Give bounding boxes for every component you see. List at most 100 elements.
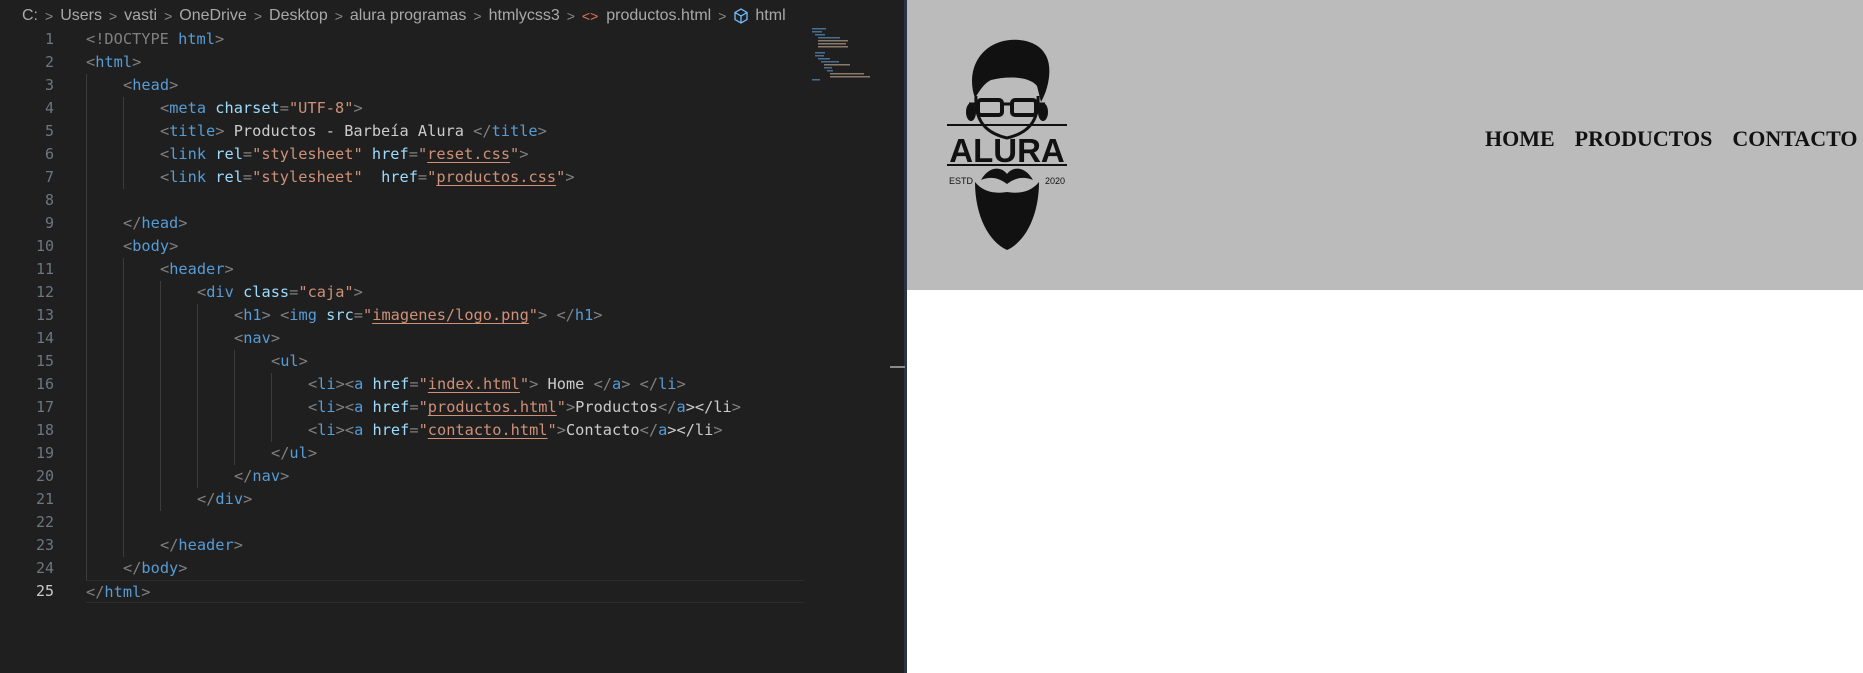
indent-guide [86, 465, 87, 488]
code-line[interactable]: <link rel="stylesheet" href="reset.css"> [86, 143, 806, 166]
code-token: </ [234, 467, 253, 485]
line-number: 2 [44, 53, 54, 71]
code-editor[interactable]: C: > Users > vasti > OneDrive > Desktop > alura pr… [0, 0, 907, 673]
code-token: </ [658, 398, 677, 416]
breadcrumb-item[interactable]: vasti [124, 7, 157, 25]
code-token: img [289, 306, 317, 324]
code-token: </ [556, 306, 575, 324]
scrollbar-cursor-marker[interactable] [890, 366, 905, 368]
line-number: 14 [35, 329, 54, 347]
code-token: div [206, 283, 234, 301]
indent-guide [123, 120, 124, 143]
code-line[interactable]: </header> [86, 534, 806, 557]
nav-link-contacto[interactable]: CONTACTO [1732, 126, 1857, 152]
code-line[interactable]: <li><a href="index.html"> Home </a> </li… [86, 373, 806, 396]
code-line[interactable]: <!DOCTYPE html> [86, 28, 806, 51]
code-token: > [731, 398, 741, 416]
line-number: 8 [44, 191, 54, 209]
code-text: <ul> [271, 352, 308, 370]
code-line[interactable]: </body> [86, 557, 806, 580]
code-token: > [215, 122, 225, 140]
indent-guide [86, 212, 87, 235]
site-nav: HOME PRODUCTOS CONTACTO [1485, 126, 1858, 152]
minimap[interactable] [810, 26, 882, 82]
code-text: <link rel="stylesheet" href="productos.c… [160, 168, 575, 186]
code-line[interactable] [86, 189, 806, 212]
nav-link-productos[interactable]: PRODUCTOS [1575, 126, 1713, 152]
code-token: " [417, 145, 428, 163]
code-area[interactable]: <!DOCTYPE html> <html> <head> <meta charset… [86, 28, 806, 603]
logo-bearded-man-icon[interactable]: ALURA ESTD 2020 [945, 36, 1069, 252]
code-token: = [353, 306, 364, 324]
code-line[interactable]: <html> [86, 51, 806, 74]
breadcrumb-item[interactable]: Users [60, 7, 102, 25]
indent-guide [123, 143, 124, 166]
indent-guide [271, 419, 272, 442]
breadcrumb-file[interactable]: productos.html [606, 7, 711, 25]
code-text: </div> [197, 490, 252, 508]
code-token: rel [215, 168, 243, 186]
code-token: = [409, 421, 419, 439]
code-line[interactable]: <meta charset="UTF-8"> [86, 97, 806, 120]
code-text: <meta charset="UTF-8"> [160, 99, 363, 117]
breadcrumb-symbol[interactable]: html [755, 7, 785, 25]
code-line[interactable]: <ul> [86, 350, 806, 373]
code-line[interactable]: <header> [86, 258, 806, 281]
code-token: > [214, 30, 225, 48]
code-text: </body> [123, 559, 187, 577]
code-token: body [132, 237, 170, 255]
code-line[interactable]: </head> [86, 212, 806, 235]
code-token: > [565, 398, 576, 416]
code-text: <title> Productos - Barbeía Alura </titl… [160, 122, 547, 140]
code-token: Home [538, 375, 594, 393]
code-token: a [354, 398, 364, 416]
code-token: = [409, 375, 419, 393]
indent-guide [86, 120, 87, 143]
indent-guide [197, 373, 198, 396]
code-token: href [372, 375, 410, 393]
code-line[interactable]: <li><a href="contacto.html">Contacto</a>… [86, 419, 806, 442]
code-line[interactable]: <li><a href="productos.html">Productos</… [86, 396, 806, 419]
code-token: > [565, 168, 575, 186]
code-line[interactable]: <nav> [86, 327, 806, 350]
code-line[interactable]: <link rel="stylesheet" href="productos.c… [86, 166, 806, 189]
breadcrumb-item[interactable]: alura programas [350, 7, 467, 25]
code-text: <h1> <img src="imagenes/logo.png"> </h1> [234, 306, 603, 324]
indent-guide [160, 304, 161, 327]
code-token: > [141, 583, 151, 601]
code-token: contacto.html [427, 421, 548, 439]
code-line[interactable]: <title> Productos - Barbeía Alura </titl… [86, 120, 806, 143]
chevron-right-icon: > [253, 8, 263, 24]
code-token: > [178, 559, 188, 577]
line-number: 6 [44, 145, 54, 163]
nav-link-home[interactable]: HOME [1485, 126, 1555, 152]
code-line[interactable]: </ul> [86, 442, 806, 465]
breadcrumb-item[interactable]: Desktop [269, 7, 328, 25]
code-line[interactable]: <head> [86, 74, 806, 97]
code-line[interactable]: </nav> [86, 465, 806, 488]
code-token: reset.css [427, 145, 511, 163]
indent-guide [86, 189, 87, 212]
indent-guide [123, 488, 124, 511]
code-token: </ [123, 559, 142, 577]
breadcrumb-item[interactable]: OneDrive [179, 7, 247, 25]
code-line[interactable] [86, 511, 806, 534]
code-token: = [409, 398, 419, 416]
code-token: = [242, 168, 253, 186]
code-token: > [529, 375, 539, 393]
code-token: < [160, 168, 170, 186]
breadcrumb-item[interactable]: C: [22, 7, 38, 25]
code-line[interactable]: <h1> <img src="imagenes/logo.png"> </h1> [86, 304, 806, 327]
breadcrumb-item[interactable]: htmlycss3 [489, 7, 560, 25]
code-token: head [132, 76, 170, 94]
indent-guide [160, 396, 161, 419]
code-line[interactable]: <div class="caja"> [86, 281, 806, 304]
code-line[interactable]: </div> [86, 488, 806, 511]
code-token: li [317, 421, 336, 439]
code-line[interactable]: </html> [86, 580, 804, 603]
code-line[interactable]: <body> [86, 235, 806, 258]
code-token: </ [271, 444, 290, 462]
